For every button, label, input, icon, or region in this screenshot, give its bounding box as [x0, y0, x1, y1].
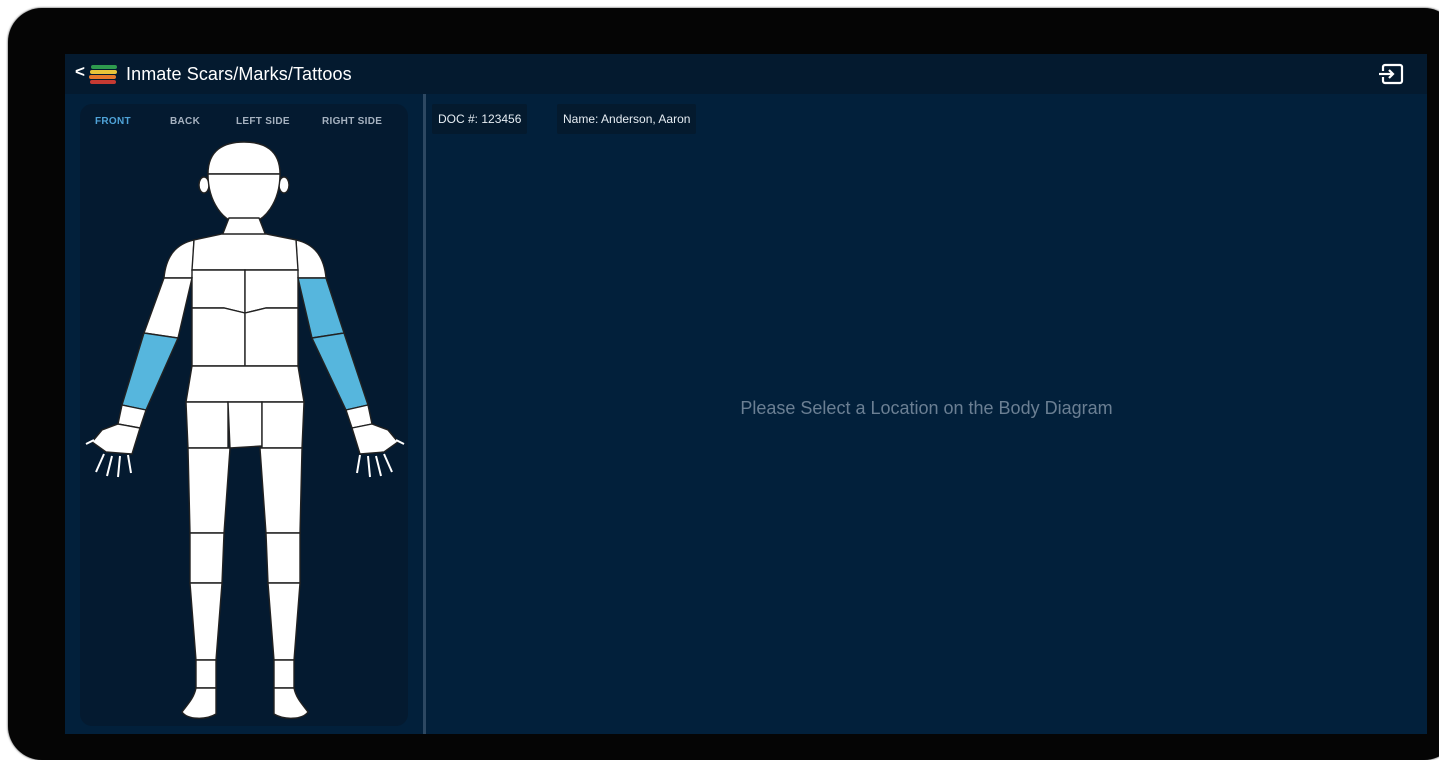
app-logo-icon — [89, 65, 117, 84]
left-chest[interactable] — [244, 269, 299, 314]
body-view-tabs: FRONT BACK LEFT SIDE RIGHT SIDE — [80, 116, 408, 132]
left-hand[interactable] — [351, 423, 400, 455]
abdomen-left[interactable] — [244, 307, 299, 367]
back-button[interactable]: < — [75, 62, 85, 82]
right-forearm[interactable] — [121, 332, 180, 411]
right-hip[interactable] — [185, 401, 229, 449]
right-knee[interactable] — [189, 532, 225, 584]
left-shin[interactable] — [267, 582, 301, 661]
tab-back[interactable]: BACK — [170, 116, 200, 127]
left-forearm[interactable] — [310, 332, 369, 411]
tab-front[interactable]: FRONT — [95, 116, 131, 127]
right-upper-arm[interactable] — [143, 277, 193, 339]
left-thigh[interactable] — [259, 447, 303, 534]
inmate-name-badge: Name: Anderson, Aaron — [557, 104, 697, 134]
body-diagram-panel: FRONT BACK LEFT SIDE RIGHT SIDE — [80, 104, 408, 726]
left-foot[interactable] — [273, 687, 309, 719]
tab-right-side[interactable]: RIGHT SIDE — [322, 116, 382, 127]
right-ankle[interactable] — [195, 659, 217, 689]
doc-number-badge: DOC #: 123456 — [432, 104, 528, 134]
right-chest[interactable] — [191, 269, 246, 314]
upper-chest[interactable] — [191, 233, 299, 271]
right-thigh[interactable] — [187, 447, 231, 534]
right-hand[interactable] — [90, 423, 141, 455]
tablet-frame: < Inmate Scars/Marks/Tattoos FRONT BACK … — [8, 8, 1439, 760]
empty-state-message: Please Select a Location on the Body Dia… — [740, 398, 1113, 418]
page-title: Inmate Scars/Marks/Tattoos — [126, 64, 352, 84]
left-hip[interactable] — [261, 401, 305, 449]
left-upper-arm[interactable] — [297, 277, 345, 339]
header-bar: < Inmate Scars/Marks/Tattoos — [65, 54, 1427, 94]
face[interactable] — [207, 173, 281, 225]
waist[interactable] — [185, 365, 305, 403]
sign-out-icon[interactable] — [1376, 62, 1406, 86]
tab-left-side[interactable]: LEFT SIDE — [236, 116, 290, 127]
right-shoulder[interactable] — [163, 239, 195, 279]
abdomen-right[interactable] — [191, 307, 246, 367]
right-foot[interactable] — [181, 687, 217, 719]
left-shoulder[interactable] — [295, 239, 327, 279]
left-knee[interactable] — [265, 532, 301, 584]
groin[interactable] — [227, 401, 263, 449]
app-screen: < Inmate Scars/Marks/Tattoos FRONT BACK … — [65, 54, 1427, 734]
head-top[interactable] — [207, 141, 281, 175]
body-diagram — [85, 141, 405, 719]
left-ankle[interactable] — [273, 659, 295, 689]
right-shin[interactable] — [189, 582, 223, 661]
